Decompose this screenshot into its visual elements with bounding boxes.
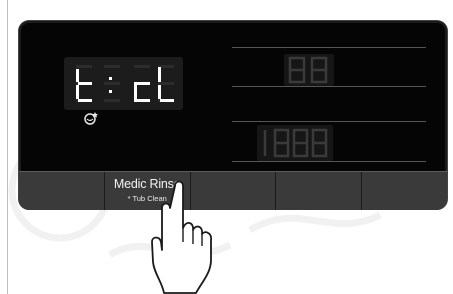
main-display-segments [76, 65, 174, 102]
divider-line [232, 121, 426, 122]
lower-display [257, 125, 333, 161]
control-panel: Medic Rinse * Tub Clean [19, 21, 447, 210]
divider-line [232, 47, 426, 48]
lower-display-segments [263, 128, 328, 158]
upper-display-segments [288, 56, 328, 84]
divider-line [232, 86, 426, 87]
upper-display [284, 54, 334, 86]
blank-button[interactable] [19, 172, 105, 210]
blank-button[interactable] [362, 172, 447, 210]
tub-clean-icon [84, 112, 98, 125]
pointing-hand-icon [151, 180, 212, 294]
button-bar: Medic Rinse * Tub Clean [19, 171, 447, 210]
blank-button[interactable] [276, 172, 363, 210]
main-display [64, 57, 183, 110]
divider-line [232, 161, 426, 162]
